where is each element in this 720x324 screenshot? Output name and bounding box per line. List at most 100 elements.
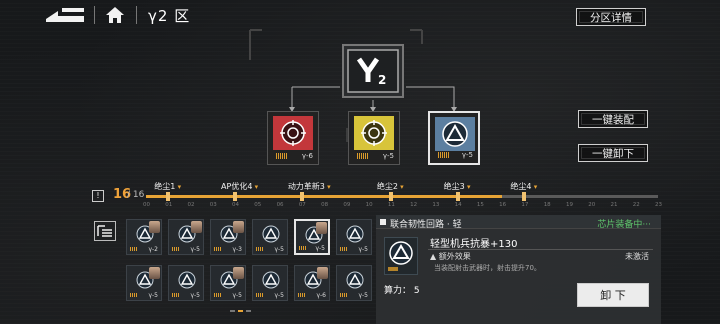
milestone-label[interactable]: 动力革新3 ▾ [288,181,331,192]
chip-level-bars [172,293,180,297]
detail-chip-icon [384,237,418,275]
milestone-text: 绝尘3 [443,182,465,191]
inventory-chip[interactable]: γ-5 [168,265,204,301]
progress-track [146,195,658,198]
chip-label: γ-5 [190,246,200,253]
triangle-chip-icon [346,225,364,243]
chip-level-bars [276,153,288,159]
chip-label: γ-5 [461,151,473,159]
tick-number: 14 [454,202,462,208]
detail-title: 联合韧性回路 · 轻 [390,220,462,230]
milestone-text: 动力革新3 [287,182,325,191]
milestone-label[interactable]: 绝尘4 ▾ [510,181,537,192]
page-dot[interactable] [238,310,243,312]
milestone-text: 绝尘1 [154,182,176,191]
chip-detail-panel: 联合韧性回路 · 轻 芯片装备中··· 轻型机兵抗暴+130 ▲ 额外效果 未激… [376,215,661,324]
chip-label: γ-5 [358,292,368,299]
chip-level-bars [357,153,369,159]
chip-label: γ-5 [274,246,284,253]
inventory-chip[interactable]: γ-3 [210,219,246,255]
detail-bullet-icon [380,219,386,225]
tick-number: 13 [432,202,440,208]
dropdown-arrow-icon: ▾ [531,183,538,191]
milestone-text: 绝尘4 [510,182,532,191]
inventory-chip[interactable]: γ-6 [294,265,330,301]
power-cost: 算力： 5 [384,286,420,296]
tick-number: 05 [254,202,262,208]
milestone-marker [388,192,393,201]
tick-number: 23 [655,202,662,208]
triangle-chip-icon [435,117,475,151]
inventory-chip[interactable]: γ-5 [252,219,288,255]
milestone-marker [233,192,238,201]
inventory-chip[interactable]: γ-2 [126,219,162,255]
filter-list-icon [97,225,112,237]
tick-number: 10 [365,202,373,208]
chip-node-3-selected[interactable]: γ-5 [428,111,480,165]
dropdown-arrow-icon: ▾ [397,183,404,191]
chip-level-bars [256,293,264,297]
chip-label: γ-5 [190,292,200,299]
bonus-effect-text: 额外效果 [438,252,471,261]
milestone-marker [166,192,171,201]
tick-number: 09 [343,202,351,208]
chip-label: γ-2 [148,246,158,253]
dropdown-arrow-icon: ▾ [252,183,259,191]
chip-level-bars [256,247,264,251]
bonus-effect-label: ▲ 额外效果 [430,252,471,261]
milestone-label[interactable]: 绝尘2 ▾ [377,181,404,192]
alert-icon: ! [92,190,104,202]
doll-avatar [149,267,160,279]
progress-total: / 16 [127,190,145,200]
tick-number: 16 [499,202,507,208]
milestone-marker [299,192,304,201]
detail-divider [428,249,653,250]
milestone-text: AP优化4 [221,182,253,191]
unequip-all-button[interactable]: 一键卸下 [578,144,648,162]
chip-level-bars [130,293,138,297]
chip-inventory-grid: γ-2 γ-5 γ-3 γ-5 γ-5 γ-5 γ-5 γ-5 γ-5 γ-5 γ-6 γ-5 [124,217,372,309]
chip-level-bars [438,152,450,158]
doll-avatar [316,222,327,234]
svg-text:2: 2 [378,73,386,87]
chip-node-1[interactable]: γ-6 [267,111,319,165]
filter-button[interactable] [94,221,116,241]
milestone-label[interactable]: AP优化4 ▾ [221,181,258,192]
bonus-effect-description: 当装配射击武器时，射击提升70。 [434,264,541,272]
chip-level-bars [340,293,348,297]
tick-number: 19 [565,202,573,208]
auto-equip-button[interactable]: 一键装配 [578,110,648,128]
page-dot[interactable] [230,310,235,312]
inventory-chip[interactable]: γ-5 [336,265,372,301]
unequip-button[interactable]: 卸 下 [577,283,649,307]
dropdown-arrow-icon: ▾ [464,183,471,191]
inventory-chip[interactable]: γ-5 [252,265,288,301]
chip-level-bars [214,293,222,297]
page-dot[interactable] [246,310,251,312]
milestone-label[interactable]: 绝尘3 ▾ [444,181,471,192]
chip-level-bars [340,247,348,251]
root-node[interactable]: 2 [340,42,406,100]
chip-label: γ-5 [358,246,368,253]
triangle-chip-icon [262,271,280,289]
chip-level-bars [298,293,306,297]
inventory-chip[interactable]: γ-5 [210,265,246,301]
inventory-chip[interactable]: γ-5 [168,219,204,255]
tick-number: 03 [209,202,217,208]
inventory-chip[interactable]: γ-5 [336,219,372,255]
chip-node-2[interactable]: γ-5 [348,111,400,165]
inventory-chip[interactable]: γ-5 [294,219,330,255]
milestone-text: 绝尘2 [376,182,398,191]
tick-number: 18 [543,202,551,208]
chip-level-bars [299,246,307,250]
doll-avatar [191,221,202,233]
equip-status: 芯片装备中··· [597,220,651,230]
tick-number: 21 [610,202,618,208]
bonus-effect-state: 未激活 [625,252,649,261]
doll-avatar [233,221,244,233]
milestone-label[interactable]: 绝尘1 ▾ [154,181,181,192]
chip-label: γ-6 [316,292,326,299]
inventory-chip[interactable]: γ-5 [126,265,162,301]
chip-level-bars [130,247,138,251]
tick-number: 15 [476,202,484,208]
